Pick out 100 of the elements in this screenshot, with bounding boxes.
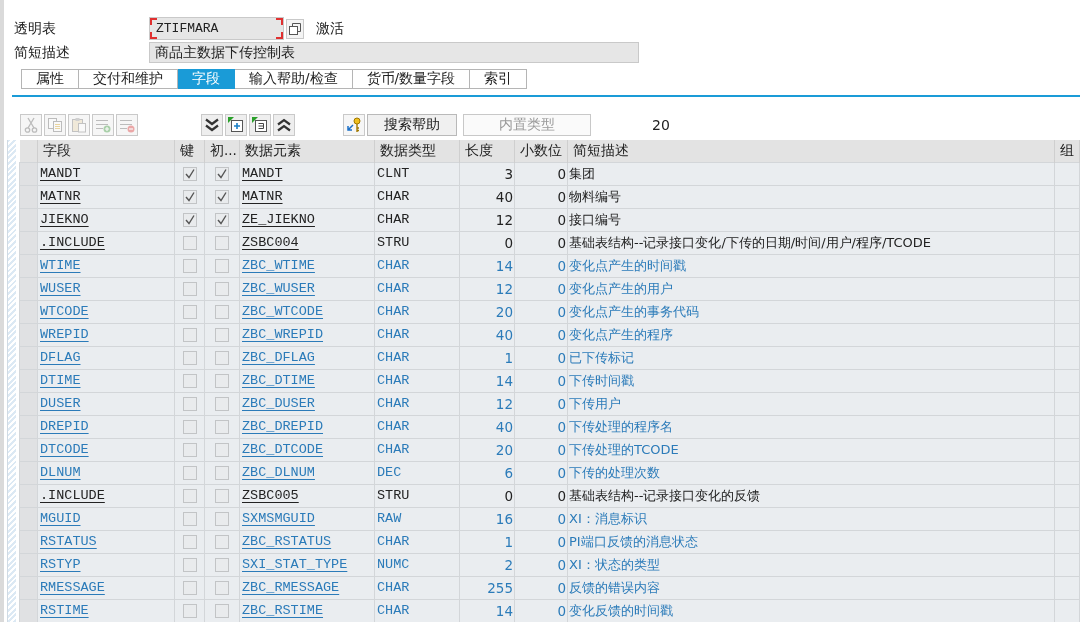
table-cell: CHAR xyxy=(377,442,410,457)
key-checkbox[interactable] xyxy=(182,465,197,480)
key-checkbox[interactable] xyxy=(182,442,197,457)
field-link[interactable]: DUSER xyxy=(40,396,81,411)
row-selector[interactable] xyxy=(19,392,38,415)
column-header[interactable]: 长度 xyxy=(459,140,515,162)
data-element-link[interactable]: MATNR xyxy=(242,189,283,204)
row-selector[interactable] xyxy=(19,231,38,254)
initial-value-checkbox[interactable] xyxy=(215,350,229,365)
data-element-link[interactable]: MANDT xyxy=(242,166,283,181)
initial-value-checkbox[interactable] xyxy=(215,212,229,227)
field-link[interactable]: WTIME xyxy=(40,258,81,273)
initial-value-checkbox[interactable] xyxy=(215,534,229,549)
key-checkbox[interactable] xyxy=(182,166,197,181)
tab[interactable]: 输入帮助/检查 xyxy=(235,69,353,89)
initial-value-checkbox[interactable] xyxy=(215,557,229,572)
field-link[interactable]: MATNR xyxy=(40,189,81,204)
initial-value-checkbox[interactable] xyxy=(215,304,229,319)
key-checkbox[interactable] xyxy=(182,189,197,204)
key-checkbox[interactable] xyxy=(182,212,197,227)
initial-value-checkbox[interactable] xyxy=(215,166,229,181)
search-help-button[interactable]: 搜索帮助 xyxy=(367,114,457,136)
key-checkbox[interactable] xyxy=(182,327,197,342)
row-selector[interactable] xyxy=(19,346,38,369)
key-checkbox[interactable] xyxy=(182,304,197,319)
field-link[interactable]: DFLAG xyxy=(40,350,81,365)
row-selector[interactable] xyxy=(19,507,38,530)
tab[interactable]: 属性 xyxy=(21,69,79,89)
initial-value-checkbox[interactable] xyxy=(215,465,229,480)
key-button[interactable] xyxy=(343,114,365,136)
copy-button[interactable] xyxy=(286,18,304,39)
initial-value-checkbox[interactable] xyxy=(215,396,229,411)
row-selector[interactable] xyxy=(19,553,38,576)
field-link[interactable]: DTIME xyxy=(40,373,81,388)
row-selector[interactable] xyxy=(19,323,38,346)
row-selector[interactable] xyxy=(19,484,38,507)
splitter-handle[interactable] xyxy=(7,140,16,622)
row-selector[interactable] xyxy=(19,530,38,553)
initial-value-checkbox[interactable] xyxy=(215,488,229,503)
key-checkbox[interactable] xyxy=(182,281,197,296)
initial-value-checkbox[interactable] xyxy=(215,442,229,457)
column-header[interactable]: 简短描述 xyxy=(567,140,1055,162)
key-checkbox[interactable] xyxy=(182,350,197,365)
column-header[interactable]: 初... xyxy=(204,140,240,162)
initial-value-checkbox[interactable] xyxy=(215,373,229,388)
row-selector[interactable] xyxy=(19,300,38,323)
tab[interactable]: 交付和维护 xyxy=(79,69,178,89)
column-header[interactable]: 键 xyxy=(174,140,205,162)
table-cell: 变化反馈的时间戳 xyxy=(569,602,673,618)
row-selector[interactable] xyxy=(19,576,38,599)
insert-button[interactable] xyxy=(225,114,247,136)
initial-value-checkbox[interactable] xyxy=(215,603,229,618)
initial-value-checkbox[interactable] xyxy=(215,580,229,595)
key-checkbox[interactable] xyxy=(182,373,197,388)
column-header[interactable]: 数据元素 xyxy=(239,140,375,162)
column-header[interactable]: 小数位 xyxy=(514,140,568,162)
column-header[interactable]: 数据类型 xyxy=(374,140,460,162)
key-checkbox[interactable] xyxy=(182,235,197,250)
row-selector[interactable] xyxy=(19,461,38,484)
tab[interactable]: 字段 xyxy=(178,69,235,89)
key-checkbox[interactable] xyxy=(182,580,197,595)
key-checkbox[interactable] xyxy=(182,534,197,549)
key-checkbox[interactable] xyxy=(182,396,197,411)
row-selector[interactable] xyxy=(19,369,38,392)
key-checkbox[interactable] xyxy=(182,511,197,526)
initial-value-checkbox[interactable] xyxy=(215,327,229,342)
row-selector[interactable] xyxy=(19,277,38,300)
initial-value-checkbox[interactable] xyxy=(215,189,229,204)
key-checkbox[interactable] xyxy=(182,419,197,434)
table-name-field[interactable]: ZTIFMARA xyxy=(149,17,284,40)
row-selector[interactable] xyxy=(19,599,38,622)
toolbar-button[interactable] xyxy=(249,114,271,136)
row-selector[interactable] xyxy=(19,185,38,208)
initial-value-checkbox[interactable] xyxy=(215,511,229,526)
column-header[interactable]: 字段 xyxy=(37,140,175,162)
row-selector[interactable] xyxy=(19,208,38,231)
key-checkbox[interactable] xyxy=(182,488,197,503)
field-link[interactable]: MANDT xyxy=(40,166,81,181)
description-field[interactable]: 商品主数据下传控制表 xyxy=(149,42,639,63)
initial-value-checkbox[interactable] xyxy=(215,235,229,250)
column-header[interactable]: 组 xyxy=(1054,140,1080,162)
key-checkbox[interactable] xyxy=(182,258,197,273)
initial-value-checkbox[interactable] xyxy=(215,419,229,434)
collapse-all-button[interactable] xyxy=(273,114,295,136)
key-checkbox[interactable] xyxy=(182,557,197,572)
tab[interactable]: 货币/数量字段 xyxy=(352,69,471,89)
field-link[interactable]: WUSER xyxy=(40,281,81,296)
row-selector[interactable] xyxy=(19,162,38,185)
key-checkbox[interactable] xyxy=(182,603,197,618)
row-selector[interactable] xyxy=(19,438,38,461)
tab[interactable]: 索引 xyxy=(470,69,528,89)
row-selector[interactable] xyxy=(19,254,38,277)
initial-value-checkbox[interactable] xyxy=(215,281,229,296)
field-link[interactable]: RSTYP xyxy=(40,557,81,572)
table-cell: 基础表结构--记录接口变化的反馈 xyxy=(569,487,761,503)
field-link[interactable]: MGUID xyxy=(40,511,81,526)
initial-value-checkbox[interactable] xyxy=(215,258,229,273)
expand-all-button[interactable] xyxy=(201,114,223,136)
row-selector[interactable] xyxy=(19,415,38,438)
field-link[interactable]: DLNUM xyxy=(40,465,81,480)
